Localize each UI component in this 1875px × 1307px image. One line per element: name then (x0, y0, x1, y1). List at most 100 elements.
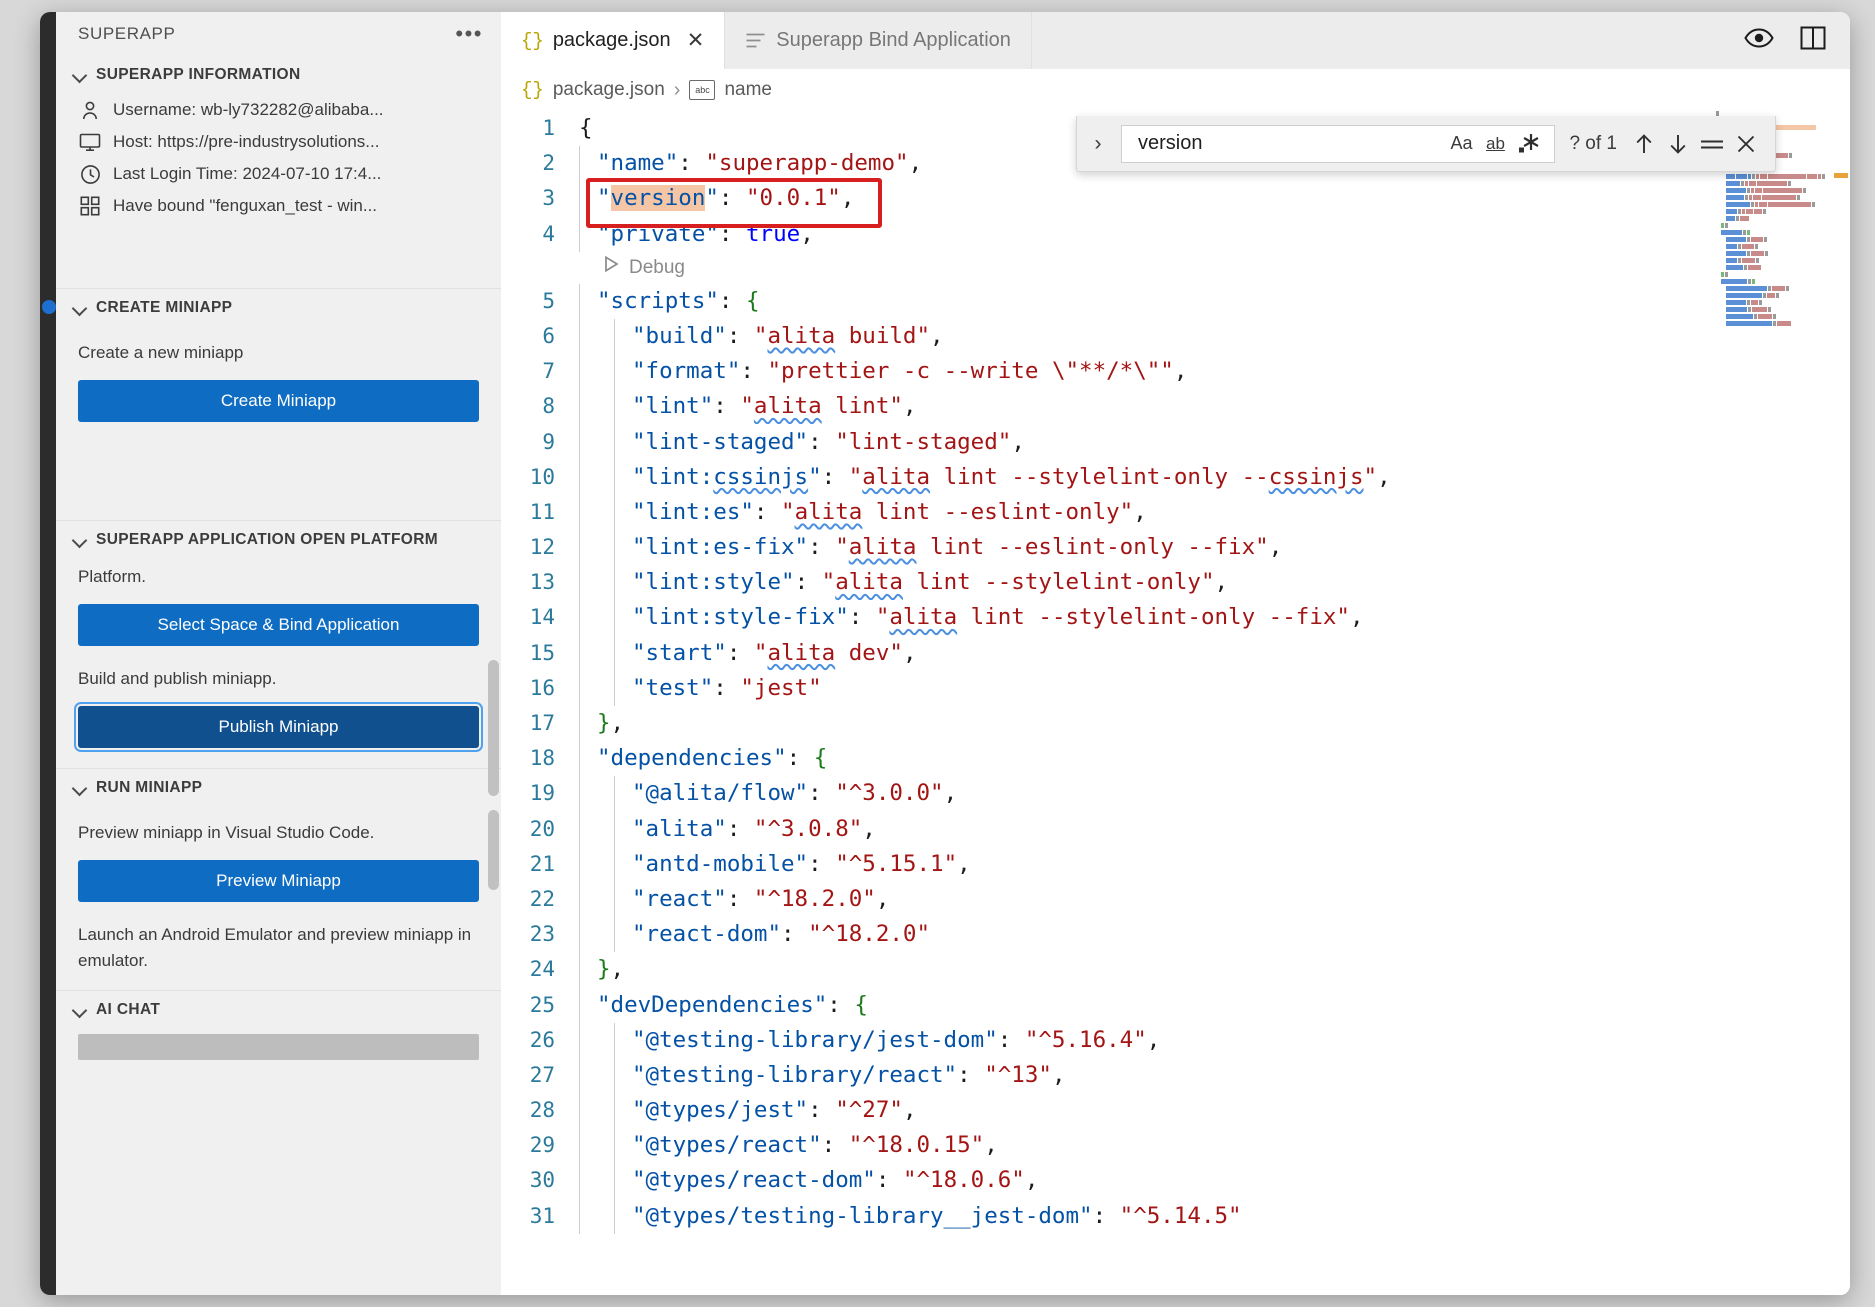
sidebar-scrollbar-lower[interactable] (488, 810, 499, 890)
indent-guide (579, 1198, 580, 1234)
match-case-icon[interactable]: Aa (1444, 129, 1478, 159)
code-token: "^5.16.4" (1024, 1026, 1147, 1053)
screen-root: SUPERAPP ••• SUPERAPP INFORMATION Userna… (0, 0, 1875, 1307)
minimap-token (1754, 188, 1762, 193)
info-row-host: Host: https://pre-industrysolutions... (56, 126, 501, 158)
lines-icon (745, 32, 766, 49)
regex-icon[interactable] (1512, 129, 1546, 159)
code-token: " (821, 569, 836, 596)
code-token: } (597, 956, 611, 983)
close-icon[interactable] (1729, 128, 1763, 160)
code-token: , (943, 780, 958, 807)
tab-superapp-bind-application[interactable]: Superapp Bind Application (725, 12, 1032, 69)
code-token: lint --stylelint-only -- (930, 463, 1269, 490)
minimap-token (1748, 307, 1751, 312)
indent-guide (579, 1128, 580, 1164)
find-result-count: ? of 1 (1569, 132, 1617, 154)
line-number: 1 (542, 116, 555, 140)
minimap-token (1759, 300, 1762, 305)
minimap-token (1750, 188, 1754, 193)
chevron-down-icon (70, 778, 90, 798)
code-token: " (753, 322, 768, 349)
chevron-right-icon[interactable]: › (1085, 131, 1111, 157)
sidebar-section-run-miniapp[interactable]: RUN MINIAPP (56, 768, 501, 806)
code-token: : (794, 569, 822, 596)
sidebar-more-actions-icon[interactable]: ••• (455, 23, 483, 45)
ai-chat-input[interactable] (78, 1034, 479, 1060)
find-next-icon[interactable] (1661, 128, 1695, 160)
codelens-debug[interactable]: Debug (501, 252, 1850, 284)
tab-label: package.json (552, 29, 671, 51)
activity-bar[interactable] (40, 12, 56, 1295)
minimap-token (1750, 251, 1764, 256)
code-token: "lint" (632, 393, 714, 420)
indent-guide (579, 952, 580, 988)
find-input[interactable] (1136, 131, 1445, 156)
minimap-token (1726, 300, 1746, 305)
sidebar-section-create-miniapp[interactable]: CREATE MINIAPP (56, 288, 501, 326)
whole-word-icon[interactable]: ab (1478, 129, 1512, 159)
line-number: 22 (529, 886, 555, 911)
chevron-down-icon (70, 298, 90, 318)
code-token: "@types/react" (632, 1132, 822, 1159)
code-token: alita (794, 498, 863, 525)
indent-guide (579, 987, 580, 1023)
minimap-token (1726, 209, 1737, 214)
minimap-line (1726, 251, 1832, 256)
code-token: : (875, 1167, 903, 1194)
breadcrumb-file[interactable]: package.json (553, 79, 665, 101)
publish-miniapp-button[interactable]: Publish Miniapp (74, 702, 483, 752)
minimap-line (1726, 188, 1832, 193)
preview-description: Preview miniapp in Visual Studio Code. (78, 823, 375, 842)
breadcrumb-symbol[interactable]: name (724, 79, 772, 101)
code-token: "^13" (984, 1061, 1052, 1088)
editor-scrollbar[interactable] (1832, 111, 1850, 1295)
code-token: { (579, 115, 593, 141)
find-previous-icon[interactable] (1627, 128, 1661, 160)
code-token: , (1024, 1167, 1039, 1194)
minimap-token (1754, 209, 1762, 214)
code-token: : (808, 1097, 836, 1124)
line-number: 4 (542, 221, 555, 246)
sidebar-section-ai-chat[interactable]: AI CHAT (56, 990, 501, 1028)
code-token: , (1349, 604, 1364, 631)
code-line: 6 "build": "alita build", (501, 318, 1850, 355)
indent-guide (579, 635, 580, 671)
code-token: , (800, 220, 814, 247)
preview-eye-icon[interactable] (1744, 27, 1774, 54)
tab-package-json[interactable]: {} package.json ✕ (501, 12, 726, 69)
code-token: "dependencies" (597, 745, 787, 772)
sidebar-title-label: SUPERAPP (78, 24, 176, 43)
find-in-selection-icon[interactable] (1695, 128, 1729, 160)
line-number: 13 (529, 570, 555, 595)
indent-guide (579, 706, 580, 742)
indent-guide (614, 354, 615, 390)
find-input-wrapper[interactable]: Aa ab (1121, 124, 1556, 163)
minimap[interactable] (1716, 111, 1832, 1295)
close-icon[interactable]: ✕ (687, 30, 705, 51)
preview-miniapp-button[interactable]: Preview Miniapp (78, 860, 479, 902)
minimap-token (1726, 293, 1762, 298)
info-text: Have bound "fenguxan_test - win... (113, 196, 378, 215)
line-number: 30 (529, 1168, 555, 1193)
select-space-bind-application-button[interactable]: Select Space & Bind Application (78, 604, 479, 646)
split-editor-icon[interactable] (1800, 26, 1826, 55)
code-line: 15 "start": "alita dev", (501, 635, 1850, 671)
indent-guide (614, 565, 615, 601)
sidebar-section-open-platform[interactable]: SUPERAPP APPLICATION OPEN PLATFORM (56, 520, 501, 558)
sidebar-scrollbar-upper[interactable] (488, 660, 499, 796)
create-miniapp-button[interactable]: Create Miniapp (78, 380, 479, 422)
code-editor[interactable]: 1{2 "name": "superapp-demo", 3 "version": "… (501, 111, 1850, 1295)
code-token: , (610, 710, 625, 736)
sidebar-section-superapp-information[interactable]: SUPERAPP INFORMATION (56, 56, 501, 94)
indent-guide (614, 389, 615, 425)
minimap-token (1751, 202, 1754, 207)
chevron-down-icon (70, 1000, 90, 1020)
line-content: "format": "prettier -c --write \"**/*\""… (579, 354, 1187, 390)
code-token: , (902, 639, 917, 666)
line-content: "react": "^18.2.0", (579, 881, 889, 918)
open-platform-description: Platform. (78, 567, 147, 586)
line-number: 8 (542, 394, 555, 419)
code-token: " (1363, 463, 1378, 490)
publish-description: Build and publish miniapp. (78, 669, 277, 688)
